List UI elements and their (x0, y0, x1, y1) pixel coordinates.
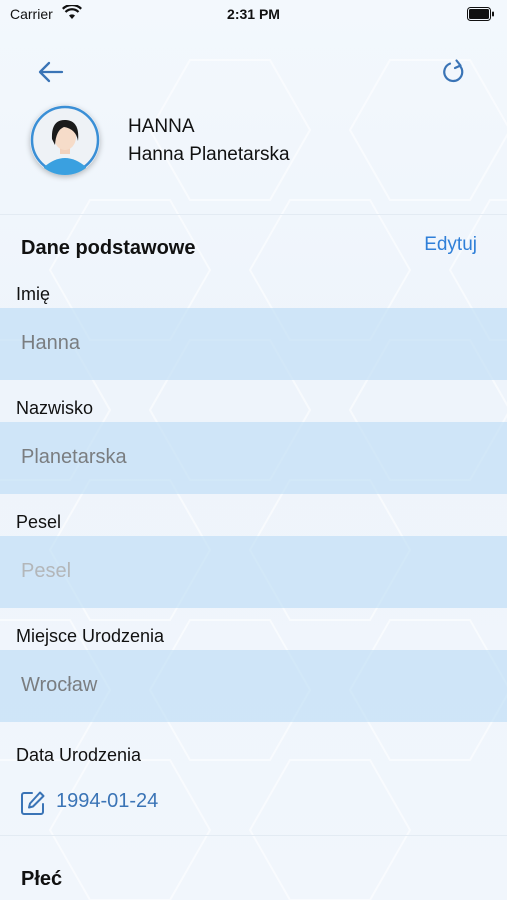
navigation-bar (0, 55, 507, 91)
pesel-placeholder: Pesel (21, 560, 72, 582)
birthdate-value: 1994-01-24 (56, 790, 159, 812)
first-name-value: Hanna (21, 332, 80, 354)
female-avatar-icon (30, 105, 100, 175)
first-name-field[interactable]: Hanna (0, 308, 507, 380)
birthplace-field[interactable]: Wrocław (0, 650, 507, 722)
birthdate-picker[interactable]: 1994-01-24 (0, 782, 507, 822)
pesel-field[interactable]: Pesel (0, 536, 507, 608)
status-bar: Carrier 2:31 PM (0, 0, 507, 30)
section-title-basic: Dane podstawowe (21, 237, 196, 259)
last-name-label: Nazwisko (16, 398, 94, 418)
birthdate-label: Data Urodzenia (16, 745, 142, 765)
divider (0, 835, 507, 836)
section-title-gender: Płeć (21, 868, 63, 890)
birthplace-value: Wrocław (21, 674, 98, 696)
avatar (30, 105, 100, 175)
battery-icon (467, 7, 495, 26)
first-name-label: Imię (16, 284, 51, 304)
pesel-label: Pesel (16, 512, 62, 532)
refresh-icon (443, 59, 464, 83)
back-button[interactable] (36, 57, 70, 91)
edit-icon (20, 790, 46, 821)
user-nickname: HANNA (128, 116, 195, 137)
arrow-left-icon (38, 61, 64, 83)
divider (0, 214, 507, 215)
birthplace-label: Miejsce Urodzenia (16, 626, 165, 646)
edit-button[interactable]: Edytuj (424, 234, 477, 256)
refresh-button[interactable] (439, 57, 473, 91)
user-full-name: Hanna Planetarska (128, 144, 290, 165)
last-name-value: Planetarska (21, 446, 127, 468)
clock: 2:31 PM (227, 6, 280, 22)
last-name-field[interactable]: Planetarska (0, 422, 507, 494)
